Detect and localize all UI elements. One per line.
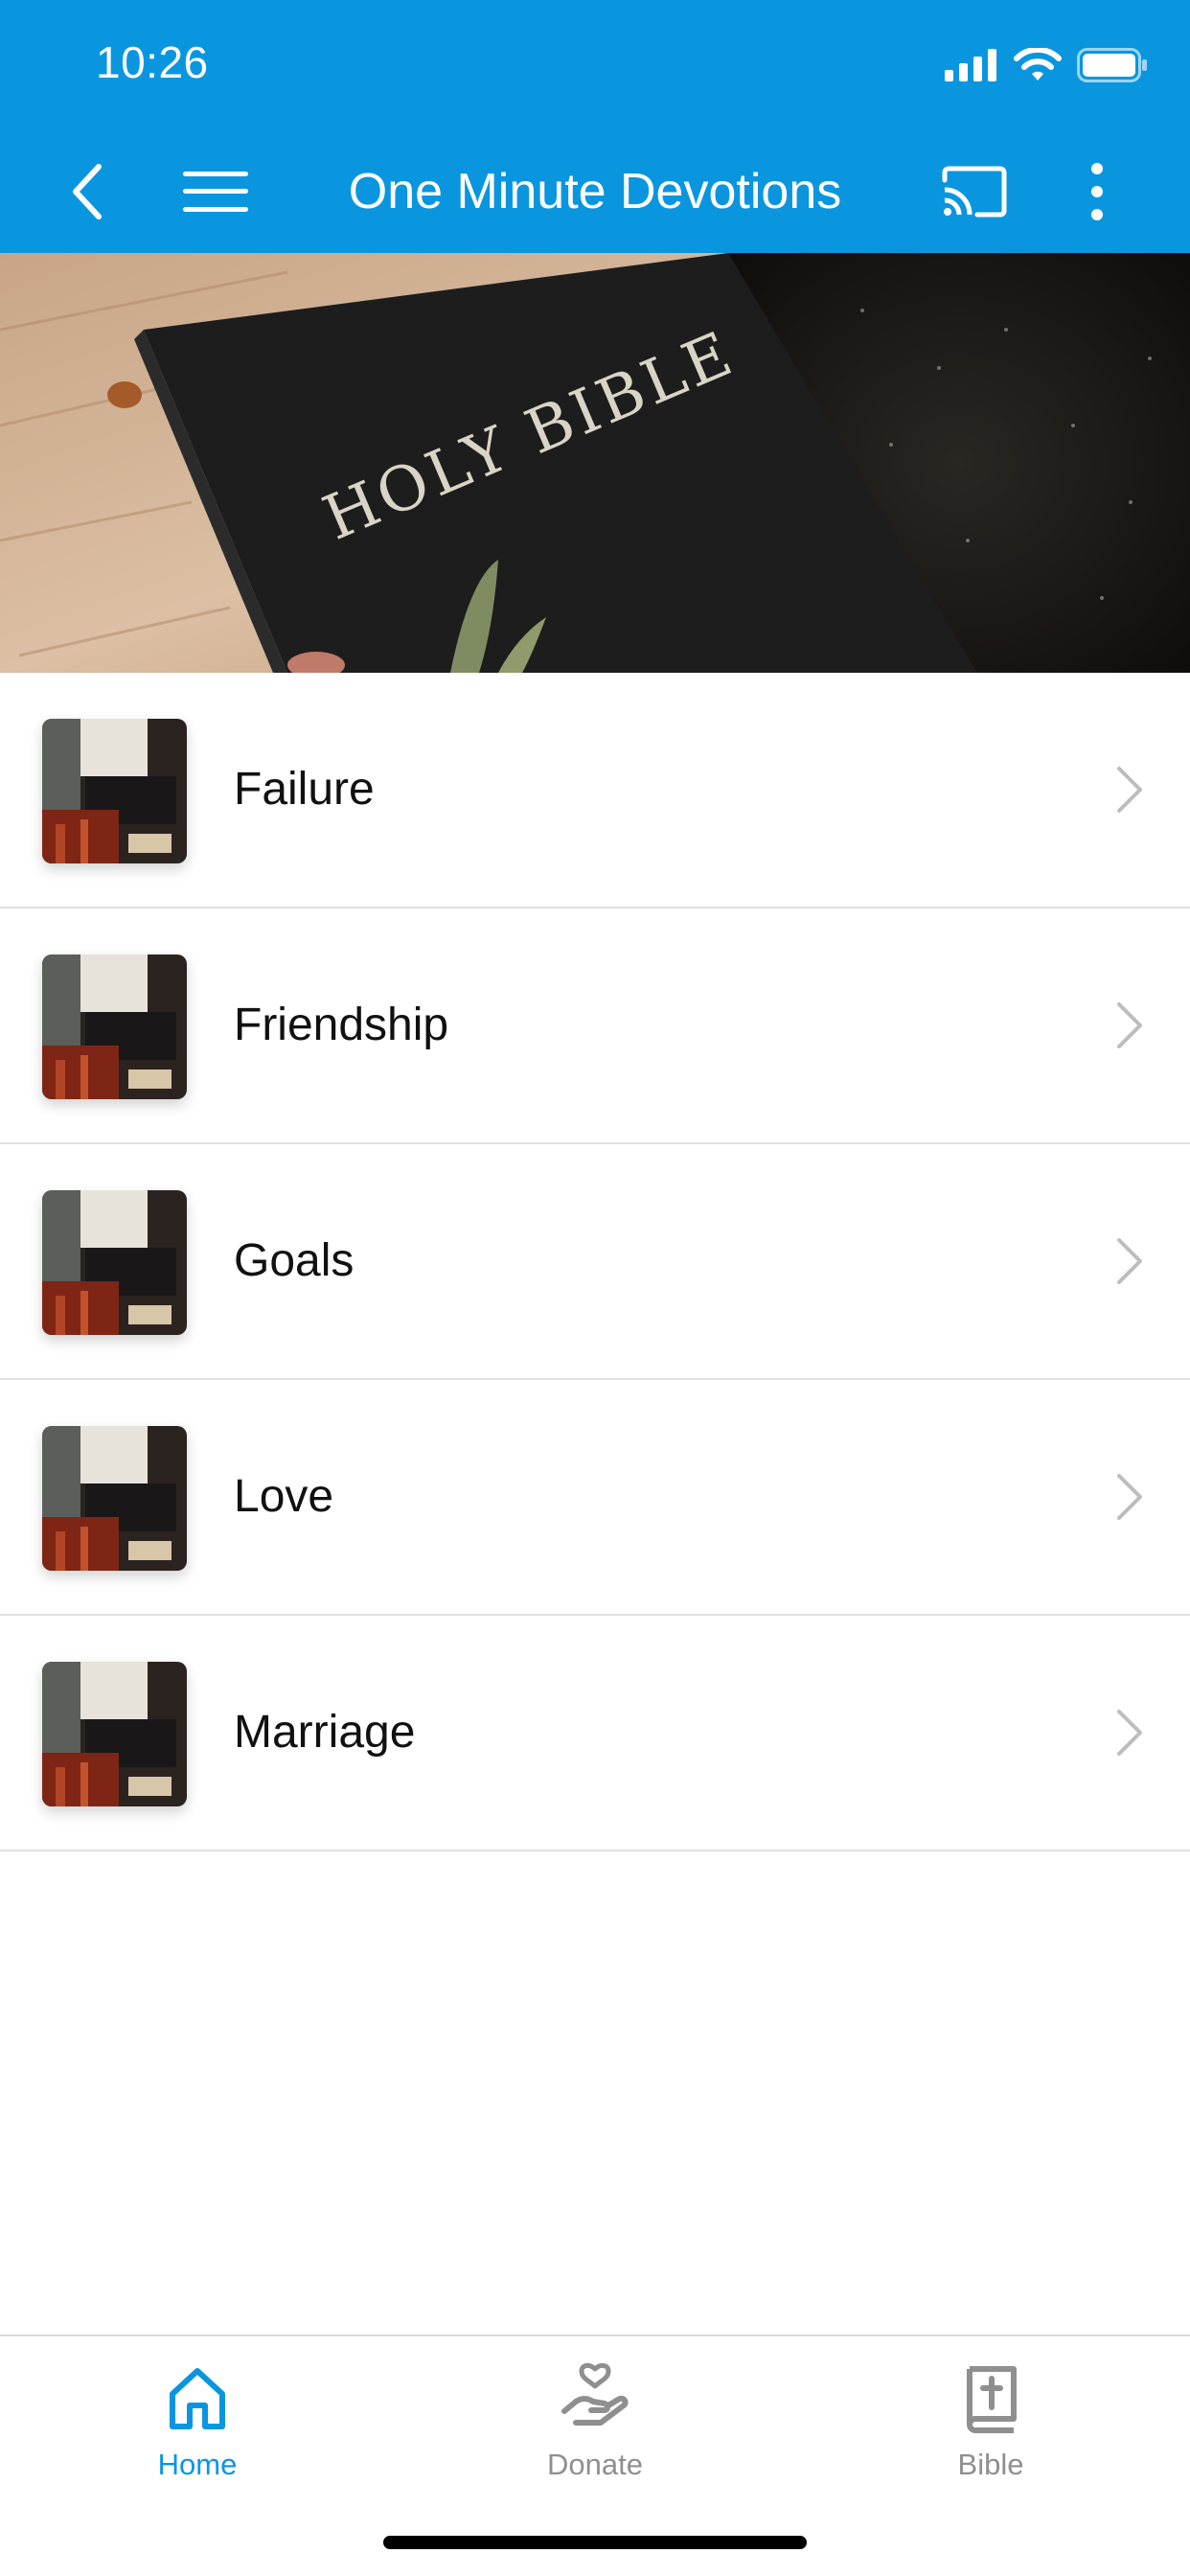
nav-donate-tab[interactable]: Donate bbox=[490, 2359, 700, 2494]
chevron-right-icon bbox=[1117, 1238, 1142, 1284]
list-item-thumbnail bbox=[42, 954, 187, 1099]
chevron-right-icon bbox=[1117, 767, 1142, 813]
cast-icon bbox=[942, 166, 1007, 218]
nav-bible-label: Bible bbox=[957, 2448, 1024, 2481]
battery-icon bbox=[1077, 48, 1147, 82]
chevron-right-icon bbox=[1117, 1474, 1142, 1520]
nav-donate-label: Donate bbox=[547, 2448, 643, 2481]
bible-icon bbox=[967, 2366, 1017, 2433]
nav-bible-tab[interactable]: Bible bbox=[885, 2359, 1096, 2494]
nav-home-tab[interactable]: Home bbox=[92, 2359, 303, 2494]
app-header: 10:26 One Minute Devotions bbox=[0, 0, 1190, 253]
list-item-marriage[interactable]: Marriage bbox=[0, 1616, 1190, 1852]
status-time: 10:26 bbox=[96, 37, 209, 87]
more-options-button[interactable] bbox=[1064, 144, 1131, 240]
list-item-failure[interactable]: Failure bbox=[0, 673, 1190, 908]
list-item-label: Marriage bbox=[234, 1707, 416, 1758]
list-item-thumbnail bbox=[42, 1190, 187, 1335]
home-icon bbox=[170, 2368, 225, 2429]
back-button[interactable] bbox=[54, 144, 121, 240]
status-icons bbox=[945, 44, 1148, 86]
list-item-thumbnail bbox=[42, 1662, 187, 1806]
list-item-thumbnail bbox=[42, 1426, 187, 1571]
cast-button[interactable] bbox=[931, 144, 1018, 240]
chevron-right-icon bbox=[1117, 1002, 1142, 1048]
more-vertical-icon bbox=[1091, 163, 1103, 220]
hero-banner-image: HOLY BIBLE bbox=[0, 253, 1190, 673]
wifi-icon bbox=[1014, 48, 1062, 80]
home-indicator[interactable] bbox=[383, 2536, 807, 2549]
nav-home-label: Home bbox=[157, 2448, 238, 2481]
list-item-label: Friendship bbox=[234, 1000, 449, 1050]
menu-button[interactable] bbox=[172, 144, 259, 240]
list-item-thumbnail bbox=[42, 719, 187, 863]
list-item-love[interactable]: Love bbox=[0, 1380, 1190, 1616]
list-item-label: Failure bbox=[234, 764, 375, 815]
list-item-friendship[interactable]: Friendship bbox=[0, 908, 1190, 1144]
devotions-list: Failure Friendship Goals Love Marriage bbox=[0, 673, 1190, 1852]
chevron-right-icon bbox=[1117, 1710, 1142, 1756]
page-title: One Minute Devotions bbox=[348, 164, 842, 219]
donate-icon bbox=[561, 2362, 629, 2426]
hamburger-menu-icon bbox=[183, 172, 248, 212]
signal-icon bbox=[945, 49, 996, 81]
list-item-goals[interactable]: Goals bbox=[0, 1144, 1190, 1380]
toolbar: One Minute Devotions bbox=[0, 144, 1190, 240]
list-item-label: Goals bbox=[234, 1235, 355, 1286]
list-item-label: Love bbox=[234, 1471, 334, 1522]
chevron-left-icon bbox=[73, 164, 102, 219]
